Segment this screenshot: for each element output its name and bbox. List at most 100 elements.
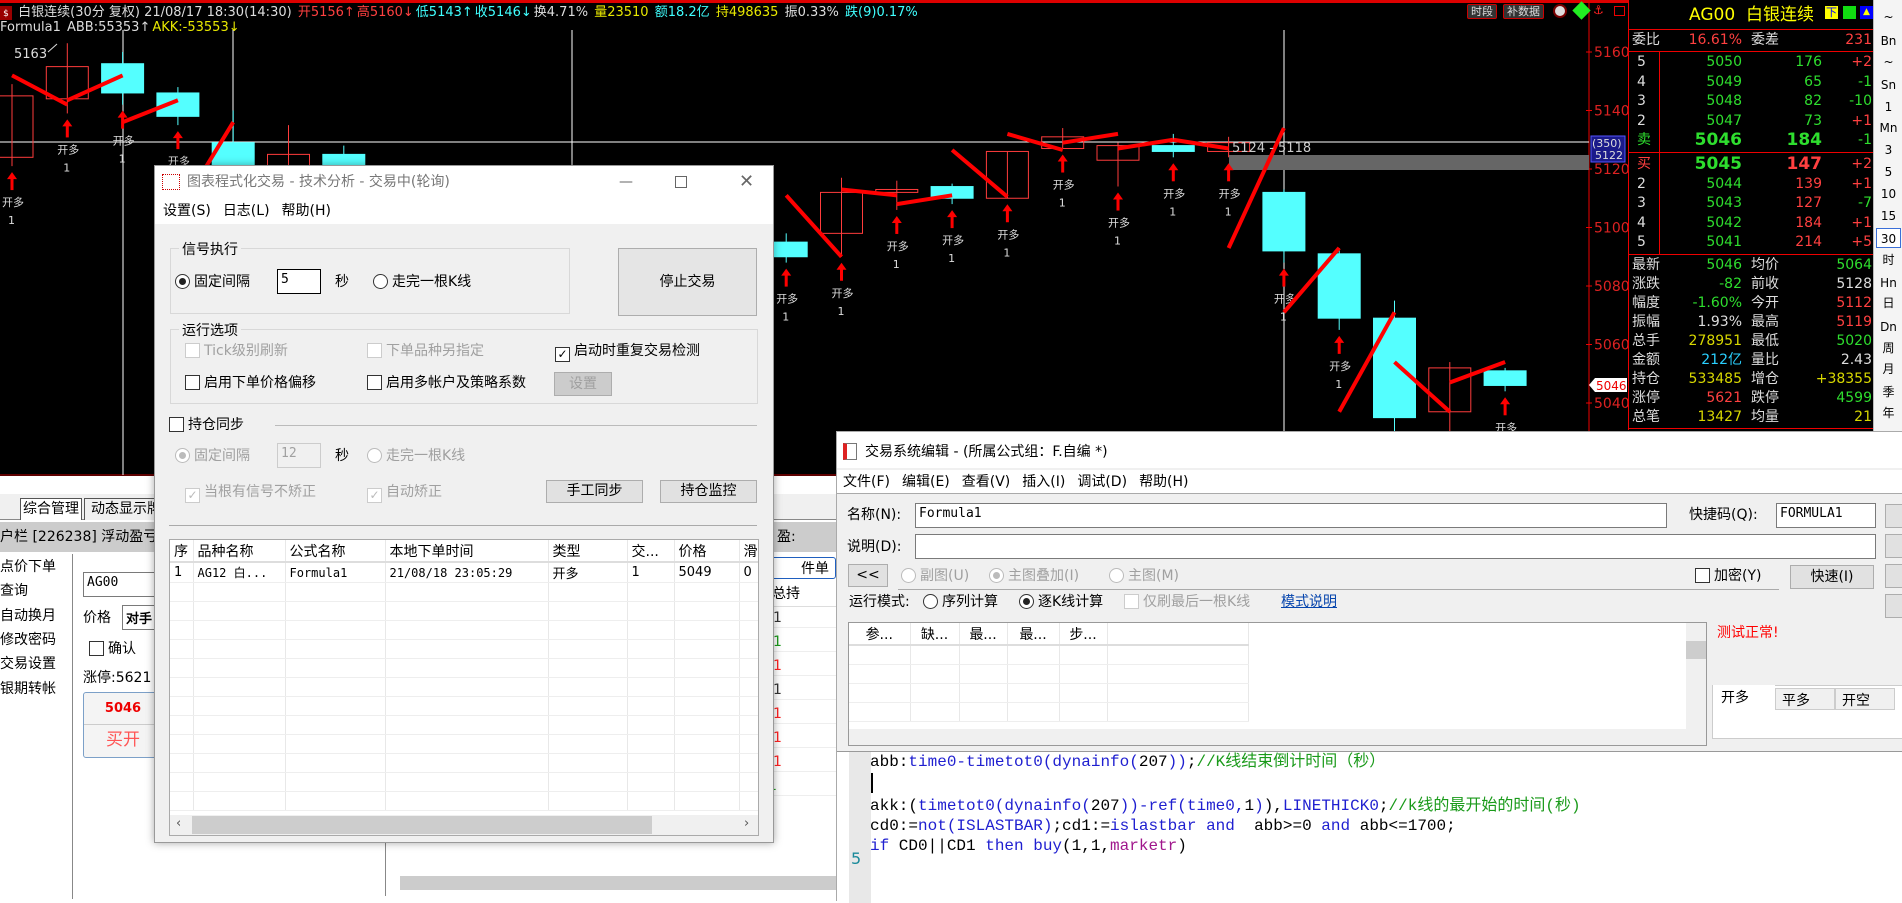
anchor-icon[interactable]: ⚓ (1593, 4, 1604, 16)
column-header[interactable]: 价格 (674, 540, 740, 563)
buy-open-button[interactable]: 5046 买开 (83, 692, 163, 758)
editor-titlebar[interactable]: 交易系统编辑 - (所属公式组：F.自编 *) (837, 432, 1902, 468)
stop-trading-button[interactable]: 停止交易 (618, 248, 757, 316)
panel-toggle-icon[interactable] (1614, 6, 1625, 16)
column-header[interactable]: 交... (627, 540, 675, 563)
encrypt-checkbox[interactable]: 加密(Y) (1695, 567, 1761, 585)
tab-open-long[interactable]: 开多 (1713, 685, 1775, 709)
position-sync-checkbox[interactable]: 持仓同步 (169, 416, 244, 434)
bar-mode-radio[interactable]: 逐K线计算 (1019, 593, 1103, 611)
param-column-header[interactable]: 步... (1059, 623, 1108, 646)
sync-interval-input[interactable]: 12 (277, 443, 321, 468)
main-overlay-radio[interactable]: 主图叠加(I) (989, 567, 1079, 585)
scroll-thumb[interactable] (192, 816, 652, 834)
dialog-titlebar[interactable]: 图表程式化交易 - 技术分析 - 交易中(轮询) — ✕ (155, 166, 773, 198)
column-header[interactable]: 序 (170, 540, 194, 563)
sells-level[interactable]: 2 5047 73 +1 (1629, 112, 1874, 131)
param-column-header[interactable]: 参... (849, 623, 911, 646)
buys-level[interactable]: 买 5045 147 +2 (1629, 155, 1874, 174)
main-chart-radio[interactable]: 主图(M) (1109, 567, 1179, 585)
period-2[interactable]: ~ (1876, 52, 1901, 72)
tab-dynamic-board[interactable]: 动态显示牌 (84, 498, 164, 520)
menu-help[interactable]: 帮助(H) (282, 203, 331, 219)
editor-menu-item[interactable]: 编辑(E) (902, 474, 950, 490)
interval-input[interactable]: 5 (277, 269, 321, 294)
column-header[interactable]: 类型 (548, 540, 628, 563)
column-header[interactable]: 本地下单时间 (385, 540, 549, 563)
menu-item[interactable]: 银期转帐 (0, 680, 56, 698)
code-line-5[interactable]: if CD0||CD1 then buy(1,1,marketr) (870, 836, 1187, 856)
menu-item[interactable]: 自动换月 (0, 607, 56, 625)
period-18[interactable]: 年 (1876, 403, 1901, 423)
scroll-right-icon[interactable]: › (744, 816, 749, 831)
total-position-cell[interactable]: -1 (768, 657, 836, 676)
no-correct-checkbox[interactable]: ✓ 当根有信号不矫正 (185, 483, 316, 503)
period-15[interactable]: 周 (1876, 338, 1901, 358)
column-header[interactable]: 品种名称 (193, 540, 286, 563)
total-position-cell[interactable]: -1 (768, 609, 836, 628)
order-log-list[interactable]: 序品种名称 公式名称 本地下单时间 类型 交... 价格滑 1 AG12 白... Formul… (169, 539, 759, 836)
total-position-cell[interactable]: 1 (768, 777, 836, 796)
per-bar-radio[interactable]: 走完一根K线 (373, 273, 471, 291)
menu-item[interactable]: 修改密码 (0, 631, 56, 649)
period-6[interactable]: 3 (1876, 140, 1901, 160)
column-header[interactable]: 公式名称 (285, 540, 386, 563)
period-1[interactable]: Bn (1876, 31, 1901, 51)
editor-menu-item[interactable]: 插入(I) (1022, 474, 1065, 490)
multi-account-checkbox[interactable]: 启用多帐户及策略系数 (367, 374, 526, 392)
code-line-3[interactable]: akk:(timetot0(dynainfo(207))-ref(time0,1… (870, 796, 1581, 816)
menu-item[interactable]: 交易设置 (0, 655, 56, 673)
options-settings-button[interactable]: 设置 (554, 372, 612, 396)
menu-item[interactable]: 点价下单 (0, 558, 56, 576)
buys-level[interactable]: 5 5041 214 +5 (1629, 233, 1874, 252)
sync-fixed-interval-radio[interactable]: 固定间隔 (175, 447, 250, 465)
sells-level[interactable]: 卖 5046 184 -1 (1629, 131, 1874, 150)
manual-sync-button[interactable]: 手工同步 (546, 480, 643, 503)
period-11[interactable]: 时 (1876, 250, 1901, 270)
desc-input[interactable] (915, 534, 1876, 559)
period-9[interactable]: 15 (1876, 206, 1901, 226)
period-0[interactable]: ~ (1876, 7, 1901, 27)
down-icon[interactable]: 下 (1825, 6, 1838, 19)
sells-level[interactable]: 5 5050 176 +2 (1629, 53, 1874, 72)
total-position-cell[interactable]: -1 (768, 681, 836, 700)
buys-level[interactable]: 3 5043 127 -7 (1629, 194, 1874, 213)
maximize-button[interactable] (675, 176, 687, 188)
mode-help-link[interactable]: 模式说明 (1281, 593, 1337, 611)
scroll-left-icon[interactable]: ‹ (176, 816, 181, 831)
tab-close-long[interactable]: 平多 (1775, 688, 1835, 710)
column-header[interactable]: 滑 (739, 540, 758, 563)
param-column-header[interactable]: 最... (959, 623, 1008, 646)
confirm-checkbox[interactable]: 确认 (89, 640, 136, 658)
period-5[interactable]: Mn (1876, 118, 1901, 138)
fixed-interval-radio[interactable]: 固定间隔 (175, 273, 250, 291)
flash-icon[interactable] (1843, 6, 1856, 19)
minimize-button[interactable]: — (619, 166, 633, 198)
period-13[interactable]: 日 (1876, 293, 1901, 313)
fast-button[interactable]: 快速(I) (1790, 565, 1874, 589)
tab-general[interactable]: 综合管理 (20, 498, 82, 520)
auto-correct-checkbox[interactable]: ✓ 自动矫正 (367, 483, 442, 503)
param-hscrollbar[interactable] (849, 729, 1706, 745)
side-button-1[interactable] (1885, 504, 1902, 528)
param-column-header[interactable]: 缺... (910, 623, 960, 646)
code-line-1[interactable]: abb:time0-timetot0(dynainfo(207));//K线结束… (870, 752, 1385, 772)
period-17[interactable]: 季 (1876, 382, 1901, 402)
parameter-table[interactable]: 参... 缺... 最... 最... 步... (848, 622, 1707, 746)
editor-menu-item[interactable]: 帮助(H) (1139, 474, 1188, 490)
sub-chart-radio[interactable]: 副图(U) (901, 567, 969, 585)
code-line-4[interactable]: cd0:=not(ISLASTBAR);cd1:=islastbar and a… (870, 816, 1456, 836)
position-monitor-button[interactable]: 持仓监控 (660, 480, 757, 503)
editor-menu-item[interactable]: 查看(V) (962, 474, 1011, 490)
side-button-2[interactable] (1885, 534, 1902, 558)
name-input[interactable]: Formula1 (915, 503, 1667, 528)
other-symbol-checkbox[interactable]: 下单品种另指定 (367, 342, 484, 360)
menu-settings[interactable]: 设置(S) (163, 203, 211, 219)
editor-menu-item[interactable]: 调试(D) (1077, 474, 1127, 490)
period-4[interactable]: 1 (1876, 97, 1901, 117)
tab-open-short[interactable]: 开空 (1835, 688, 1895, 710)
period-12[interactable]: Hn (1876, 273, 1901, 293)
period-16[interactable]: 月 (1876, 359, 1901, 379)
last-bar-only-checkbox[interactable]: 仅刷最后一根K线 (1124, 593, 1250, 611)
list-hscrollbar[interactable]: ‹ › (170, 815, 758, 835)
